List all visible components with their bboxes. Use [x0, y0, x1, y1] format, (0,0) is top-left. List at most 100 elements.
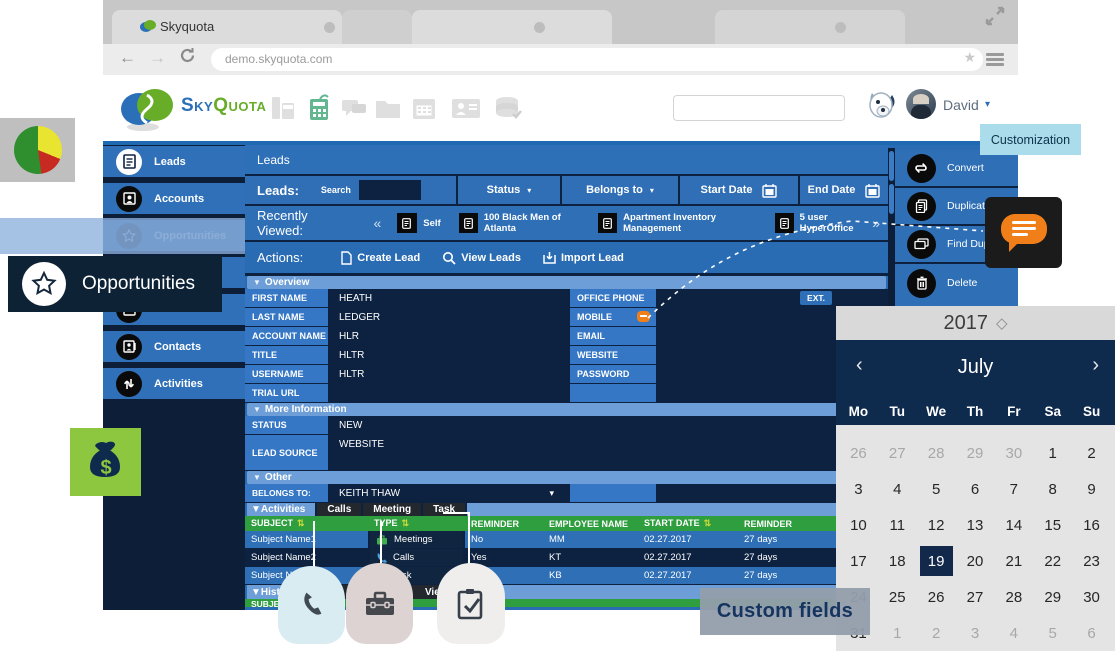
sidebar-item-accounts[interactable]: Accounts [103, 183, 245, 214]
field-value[interactable]: HLTR [330, 346, 568, 364]
ext-button[interactable]: EXT. [800, 291, 832, 305]
calendar-day[interactable]: 29 [1033, 579, 1072, 615]
recently-viewed-item[interactable]: 5 user HyperOffice [775, 212, 873, 234]
calendar-day[interactable]: 7 [994, 471, 1033, 507]
refresh-icon[interactable] [179, 47, 196, 69]
leads-search-input[interactable] [359, 180, 421, 200]
calendar-day[interactable]: 11 [878, 507, 917, 543]
calendar-day[interactable]: 12 [917, 507, 956, 543]
more-information-section-header[interactable]: ▼ More Information [247, 403, 886, 416]
sidebar-item-activities[interactable]: Activities [103, 368, 245, 399]
calendar-day[interactable]: 4 [878, 471, 917, 507]
end-date-picker[interactable]: End Date [800, 176, 888, 204]
mobile-chat-icon[interactable] [637, 311, 650, 322]
field-value[interactable]: EXT. [658, 289, 888, 307]
calendar-day[interactable]: 13 [956, 507, 995, 543]
field-value[interactable]: LEDGER [330, 308, 568, 326]
calendar-day[interactable]: 17 [839, 543, 878, 579]
calendar-day[interactable]: 21 [994, 543, 1033, 579]
convert-button[interactable]: Convert [895, 150, 1018, 188]
database-icon[interactable] [493, 93, 519, 121]
tab-calls[interactable]: Calls [315, 503, 361, 516]
col-start-date[interactable]: START DATE⇅ [638, 518, 738, 529]
sidebar-item-contacts[interactable]: Contacts [103, 331, 245, 362]
expand-icon[interactable] [984, 5, 1006, 32]
calendar-day[interactable]: 3 [839, 471, 878, 507]
recently-viewed-item[interactable]: Self [397, 213, 440, 233]
col-employee-name[interactable]: EMPLOYEE NAME [543, 519, 638, 529]
url-input[interactable]: demo.skyquota.com [211, 48, 983, 71]
calendar-day[interactable]: 16 [1072, 507, 1111, 543]
chevron-left-icon[interactable]: « [373, 215, 381, 231]
col-type[interactable]: TYPE⇅ [368, 518, 465, 529]
calendar-day[interactable]: 30 [994, 435, 1033, 471]
view-leads-button[interactable]: View Leads [442, 251, 521, 265]
folder-icon[interactable] [374, 93, 400, 121]
calendar-day[interactable]: 3 [956, 615, 995, 651]
other-section-header[interactable]: ▼ Other [247, 471, 886, 484]
tab-meeting[interactable]: Meeting [361, 503, 421, 516]
col-reminder[interactable]: REMINDER [465, 519, 543, 529]
overview-section-header[interactable]: ▼ Overview [247, 276, 886, 289]
forward-icon[interactable]: → [149, 48, 166, 68]
calendar-day[interactable]: 20 [956, 543, 995, 579]
calendar-day[interactable]: 6 [956, 471, 995, 507]
calendar-day[interactable]: 29 [956, 435, 995, 471]
back-icon[interactable]: ← [119, 48, 136, 68]
bookmark-star-icon[interactable]: ★ [963, 49, 976, 66]
calendar-day[interactable]: 22 [1033, 543, 1072, 579]
create-lead-button[interactable]: Create Lead [341, 251, 420, 265]
calendar-day[interactable]: 30 [1072, 579, 1111, 615]
calendar-day[interactable]: 26 [839, 435, 878, 471]
table-row[interactable]: Subject Name3 Task KB 02.27.2017 27 days [245, 567, 888, 585]
field-value[interactable]: HLTR [330, 365, 568, 383]
calendar-day[interactable]: 6 [1072, 615, 1111, 651]
user-caret-icon[interactable]: ▾ [985, 99, 990, 110]
calendar-day[interactable]: 28 [917, 435, 956, 471]
calendar-day[interactable]: 28 [994, 579, 1033, 615]
calendar-day[interactable]: 27 [956, 579, 995, 615]
recently-viewed-item[interactable]: Apartment Inventory Management [598, 212, 757, 234]
field-value[interactable]: HEATH [330, 289, 568, 307]
browser-tab-ghost[interactable] [412, 10, 612, 44]
calendar-day[interactable]: 14 [994, 507, 1033, 543]
calendar-day[interactable]: 5 [1033, 615, 1072, 651]
global-search-input[interactable] [673, 95, 845, 121]
avatar[interactable] [906, 89, 936, 119]
field-value[interactable]: NEW [330, 416, 888, 434]
browser-tab-ghost[interactable] [342, 10, 412, 44]
status-dropdown[interactable]: Status▾ [458, 176, 562, 204]
contacts-icon[interactable] [450, 93, 476, 121]
fax-icon[interactable] [270, 93, 296, 121]
calendar-day[interactable]: 10 [839, 507, 878, 543]
calendar-day[interactable]: 2 [1072, 435, 1111, 471]
field-value[interactable]: HLR [330, 327, 568, 345]
calendar-day[interactable]: 2 [917, 615, 956, 651]
user-name[interactable]: David [943, 97, 979, 113]
calendar-day[interactable]: 18 [878, 543, 917, 579]
delete-button[interactable]: Delete [895, 264, 1018, 302]
calendar-day[interactable]: 27 [878, 435, 917, 471]
table-row[interactable]: Subject Name1 Meetings No MM 02.27.2017 … [245, 531, 888, 549]
belongs-to-dropdown[interactable]: Belongs to▾ [562, 176, 680, 204]
calendar-day[interactable]: 9 [1072, 471, 1111, 507]
calendar-icon[interactable] [410, 93, 436, 121]
calendar-day[interactable]: 4 [994, 615, 1033, 651]
tab-task[interactable]: Task [421, 503, 467, 516]
year-spinner-icon[interactable]: ◇ [996, 314, 1008, 332]
table-row[interactable]: Subject Name2 Calls Yes KT 02.27.2017 27… [245, 549, 888, 567]
browser-tab-ghost[interactable] [715, 10, 905, 44]
next-month-icon[interactable]: › [1092, 354, 1099, 377]
sidebar-item-leads[interactable]: Leads [103, 146, 245, 177]
chat-badge[interactable] [985, 197, 1062, 268]
belongs-to-select[interactable]: KEITH THAW▾ [330, 484, 568, 502]
start-date-picker[interactable]: Start Date [680, 176, 800, 204]
calendar-day[interactable]: 1 [878, 615, 917, 651]
chat-icon[interactable] [340, 93, 366, 121]
field-value[interactable]: WEBSITE [330, 435, 888, 470]
calendar-day[interactable]: 23 [1072, 543, 1111, 579]
col-subject[interactable]: SUBJECT⇅ [245, 518, 317, 529]
calendar-day[interactable]: 8 [1033, 471, 1072, 507]
calendar-day[interactable]: 26 [917, 579, 956, 615]
calendar-day[interactable]: 15 [1033, 507, 1072, 543]
